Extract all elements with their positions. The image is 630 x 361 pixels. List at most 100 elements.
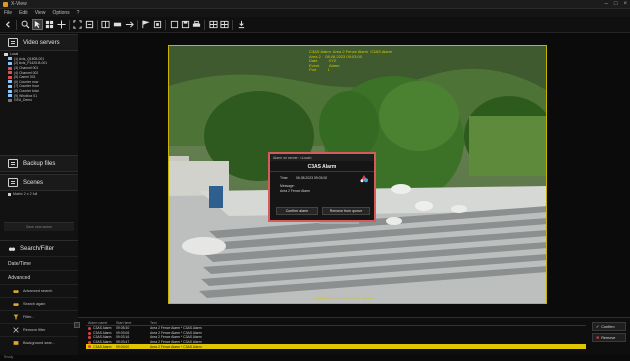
dialog-title: C3AS Alarm xyxy=(307,164,337,170)
alarm-row[interactable]: C3AS Alarm 09:03:00 Area 2 Fence Alarm * C… xyxy=(86,344,586,349)
alarm-time: 09:03:47 xyxy=(116,340,130,345)
back-icon[interactable] xyxy=(4,20,13,29)
window-icon[interactable] xyxy=(170,20,179,29)
select-icon[interactable] xyxy=(32,19,43,30)
camera-overlay-top: C3AS Alarm Area 2 Fence Alarm C3AS Alarm… xyxy=(309,49,393,73)
link-icon[interactable] xyxy=(125,20,134,29)
menu-view[interactable]: View xyxy=(35,10,46,16)
message-label: Message: xyxy=(280,184,295,188)
menu-options[interactable]: Options xyxy=(52,10,69,16)
menu-edit[interactable]: Edit xyxy=(19,10,28,16)
camera-icon xyxy=(4,52,8,56)
remove-icon: ✖ xyxy=(596,336,600,340)
alarm-time: 09:08:30 xyxy=(116,326,130,331)
camera-icon xyxy=(8,89,12,93)
alarm-status-icon xyxy=(88,336,91,340)
strip-icon[interactable] xyxy=(113,20,122,29)
advanced-search-item[interactable]: Advanced search xyxy=(0,284,78,297)
alarm-name: C3AS Alarm xyxy=(93,340,112,345)
remove-button[interactable]: ✖ Remove xyxy=(592,333,626,342)
camera-icon xyxy=(8,94,12,98)
status-bar: Ready xyxy=(0,355,630,361)
toolbar xyxy=(0,17,630,33)
save-icon[interactable] xyxy=(181,20,190,29)
time-label: Time: xyxy=(280,176,289,180)
alarm-name: C3AS Alarm xyxy=(93,326,112,331)
grid-icon[interactable] xyxy=(45,20,54,29)
zoom-icon[interactable] xyxy=(21,20,30,29)
move-icon[interactable] xyxy=(57,20,66,29)
camera-icon xyxy=(8,57,12,61)
background-search-icon xyxy=(13,341,19,345)
minimize-icon[interactable]: – xyxy=(605,1,608,7)
server-icon xyxy=(8,38,18,47)
background-search-item[interactable]: Background sear... xyxy=(0,336,78,349)
filter-item[interactable]: Filter... xyxy=(0,310,78,323)
scenes-icon xyxy=(8,178,18,187)
alarm-panel-toggle[interactable] xyxy=(74,322,80,328)
camera-icon xyxy=(8,66,12,70)
alarm-time: 09:03:06 xyxy=(116,330,130,335)
alarm-text: Area 2 Fence Alarm * C3AS Alarm xyxy=(150,335,202,340)
alarm-text: Area 2 Fence Alarm * C3AS Alarm xyxy=(150,340,202,345)
sidebar: Video servers Local (1) Axis_Q1605-001 (2)… xyxy=(0,34,78,361)
dialog-header: Alarm on server: <Local> xyxy=(270,154,374,161)
datetime-item[interactable]: Date/Time xyxy=(0,256,78,270)
fit-icon[interactable] xyxy=(73,20,82,29)
layout-icon[interactable] xyxy=(101,20,110,29)
alarm-text: Area 2 Fence Alarm * C3AS Alarm xyxy=(150,344,202,349)
scenes-header[interactable]: Scenes xyxy=(0,174,78,191)
flag-icon[interactable] xyxy=(141,20,150,29)
confirm-alarm-button[interactable]: Confirm alarm xyxy=(276,207,318,215)
backup-files-header[interactable]: Backup files xyxy=(0,155,78,172)
col-start-time[interactable]: Start time xyxy=(116,321,150,325)
alarm-status-icon xyxy=(88,326,91,330)
alarm-name: C3AS Alarm xyxy=(93,344,112,349)
check-icon: ✔ xyxy=(596,325,600,329)
alarm-time: 09:03:00 xyxy=(116,344,130,349)
camera-icon xyxy=(8,75,12,79)
search-again-item[interactable]: Search again xyxy=(0,297,78,310)
message-value: Area 2 Fence Alarm xyxy=(280,189,310,193)
tree-item[interactable]: GEA_Demo xyxy=(4,98,76,103)
alarm-name: C3AS Alarm xyxy=(93,330,112,335)
split-icon[interactable] xyxy=(209,20,218,29)
remove-from-queue-button[interactable]: Remove from queue xyxy=(322,207,370,215)
time-value: 06.08.2023 09:03:00 xyxy=(296,176,328,180)
fullscreen-icon[interactable] xyxy=(85,20,94,29)
maximize-icon[interactable]: □ xyxy=(614,1,618,7)
title-bar: X-View – □ × xyxy=(0,0,630,9)
server-tree: Local (1) Axis_Q1605-001 (2) Axis_P1425-B-… xyxy=(4,52,76,103)
menu-help[interactable]: ? xyxy=(77,10,80,16)
alarm-icon xyxy=(360,175,368,183)
close-icon[interactable]: × xyxy=(623,1,627,7)
alarm-table: Alarm name Start time Text C3AS Alarm 09:… xyxy=(86,321,586,349)
camera-icon xyxy=(8,71,12,75)
quad-icon[interactable] xyxy=(220,20,229,29)
camera-icon xyxy=(8,61,12,65)
alarm-status-icon xyxy=(88,340,91,344)
alarm-time: 09:03:16 xyxy=(116,335,130,340)
print-icon[interactable] xyxy=(192,20,201,29)
binoculars-icon xyxy=(13,290,19,294)
binoculars-icon xyxy=(13,303,19,307)
save-scene-button[interactable]: Save new scene xyxy=(4,222,74,231)
video-servers-header[interactable]: Video servers xyxy=(0,34,78,51)
remove-filter-icon xyxy=(13,327,19,333)
camera-overlay-bottom: Live 06.08.2023 09:03:00 · 00:00 xyxy=(314,296,373,301)
menu-file[interactable]: File xyxy=(4,10,12,16)
binoculars-icon xyxy=(8,247,16,251)
alarm-status-icon xyxy=(88,331,91,335)
settings-icon[interactable] xyxy=(237,20,246,29)
snapshot-icon[interactable] xyxy=(153,20,162,29)
remove-filter-item[interactable]: Remove filter xyxy=(0,323,78,336)
search-filter-header[interactable]: Search/Filter xyxy=(0,240,78,256)
confirm-button[interactable]: ✔ Confirm xyxy=(592,322,626,331)
alarm-status-icon xyxy=(88,345,91,349)
scene-icon xyxy=(8,192,11,196)
advanced-item[interactable]: Advanced xyxy=(0,270,78,284)
col-alarm-name[interactable]: Alarm name xyxy=(86,321,116,325)
backup-icon xyxy=(8,159,18,168)
col-text[interactable]: Text xyxy=(150,321,450,325)
scene-item[interactable]: Matrix 2 x 2 full xyxy=(8,192,37,196)
